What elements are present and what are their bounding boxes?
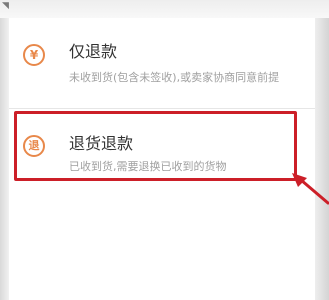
highlight-annotation-box [14,111,297,181]
top-strip: ◥ [0,0,329,18]
left-edge-shadow [0,0,9,300]
option-refund-only-title: 仅退款 [69,42,118,61]
option-divider [9,108,315,109]
yen-return-icon: ¥ [23,44,45,66]
option-refund-only-description: 未收到货(包含未签收),或卖家协商同意前提 [69,71,280,84]
corner-mark: ◥ [2,1,9,11]
right-edge-shadow [315,0,329,300]
option-refund-only[interactable]: ¥ 仅退款 未收到货(包含未签收),或卖家协商同意前提 [9,18,315,108]
annotation-arrow-icon [292,173,329,205]
